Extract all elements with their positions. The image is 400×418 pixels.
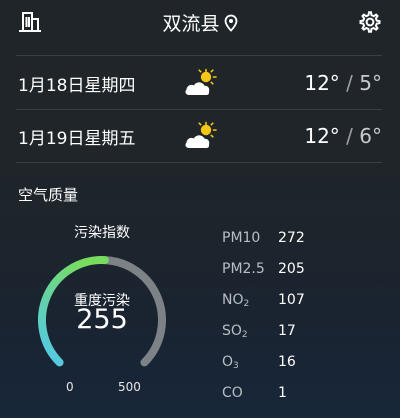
divider xyxy=(16,162,382,163)
pollutant-value: 205 xyxy=(278,260,305,277)
gear-icon xyxy=(359,11,381,33)
pollutant-list: PM10 272 PM2.5 205 NO2 107 SO2 17 O3 16 … xyxy=(222,222,305,408)
pollutant-name: PM10 xyxy=(222,229,261,246)
forecast-row[interactable]: 1月18日星期四 12° / 5° xyxy=(18,56,382,110)
aqi-value: 255 xyxy=(76,304,128,335)
pollutant-value: 1 xyxy=(278,384,287,401)
forecast-low: 6° xyxy=(359,124,382,148)
forecast-temperature: 12° / 5° xyxy=(304,71,382,95)
gauge-min-label: 0 xyxy=(66,380,74,394)
location-pin-icon xyxy=(224,14,237,32)
forecast-high: 12° xyxy=(304,124,340,148)
pollutant-row: NO2 107 xyxy=(222,284,305,315)
forecast-temperature: 12° / 6° xyxy=(304,124,382,148)
pollutant-name: O3 xyxy=(222,353,239,371)
air-quality-title: 空气质量 xyxy=(18,186,79,204)
pollution-index-title: 污染指数 xyxy=(74,225,130,241)
pollutant-row: PM10 272 xyxy=(222,222,305,253)
pollutant-value: 17 xyxy=(278,322,296,339)
partly-cloudy-icon xyxy=(185,68,217,95)
pollutant-row: O3 16 xyxy=(222,346,305,377)
gauge-max-label: 500 xyxy=(118,380,141,394)
settings-button[interactable] xyxy=(356,8,384,36)
forecast-row[interactable]: 1月19日星期五 12° / 6° xyxy=(18,109,382,163)
forecast-date: 1月19日星期五 xyxy=(18,128,136,149)
forecast-low: 5° xyxy=(359,71,382,95)
forecast-high: 12° xyxy=(304,71,340,95)
pollutant-value: 272 xyxy=(278,229,305,246)
pollutant-row: SO2 17 xyxy=(222,315,305,346)
location-name: 双流县 xyxy=(162,13,220,35)
location-title[interactable]: 双流县 xyxy=(0,9,400,36)
partly-cloudy-icon xyxy=(185,121,217,148)
forecast-date: 1月18日星期四 xyxy=(18,75,136,96)
pollutant-value: 16 xyxy=(278,353,296,370)
pollutant-row: PM2.5 205 xyxy=(222,253,305,284)
pollutant-value: 107 xyxy=(278,291,305,308)
pollutant-name: SO2 xyxy=(222,322,248,340)
temp-separator: / xyxy=(346,71,353,95)
pollutant-name: NO2 xyxy=(222,291,250,309)
pollutant-name: PM2.5 xyxy=(222,260,265,277)
temp-separator: / xyxy=(346,124,353,148)
top-bar: 双流县 xyxy=(0,0,400,44)
pollutant-row: CO 1 xyxy=(222,377,305,408)
pollutant-name: CO xyxy=(222,384,243,401)
